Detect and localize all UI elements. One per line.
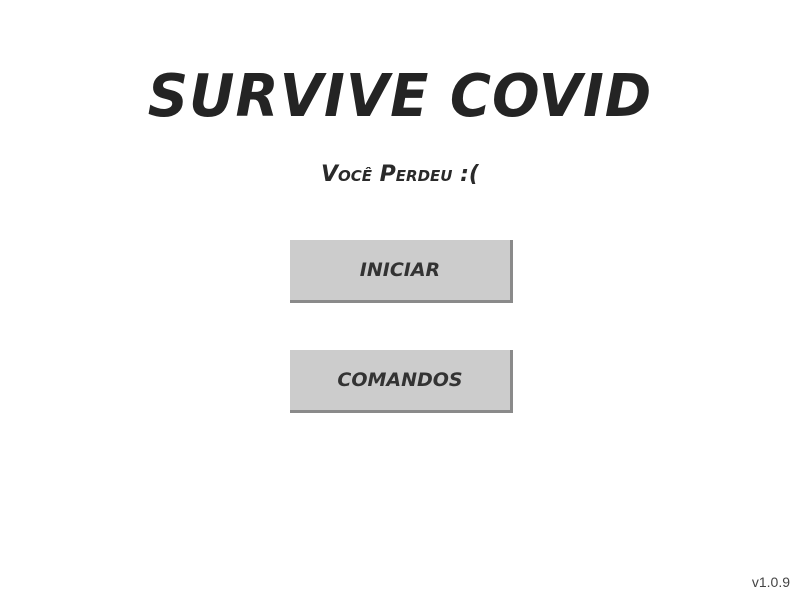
start-button[interactable]: INICIAR: [290, 240, 513, 303]
game-title: SURVIVE COVID: [147, 62, 653, 131]
game-over-message: Você Perdeu :(: [320, 162, 479, 187]
commands-button[interactable]: COMANDOS: [290, 350, 513, 413]
version-label: v1.0.9: [751, 574, 790, 590]
main-menu-screen: SURVIVE COVID Você Perdeu :( INICIAR COM…: [0, 0, 800, 600]
